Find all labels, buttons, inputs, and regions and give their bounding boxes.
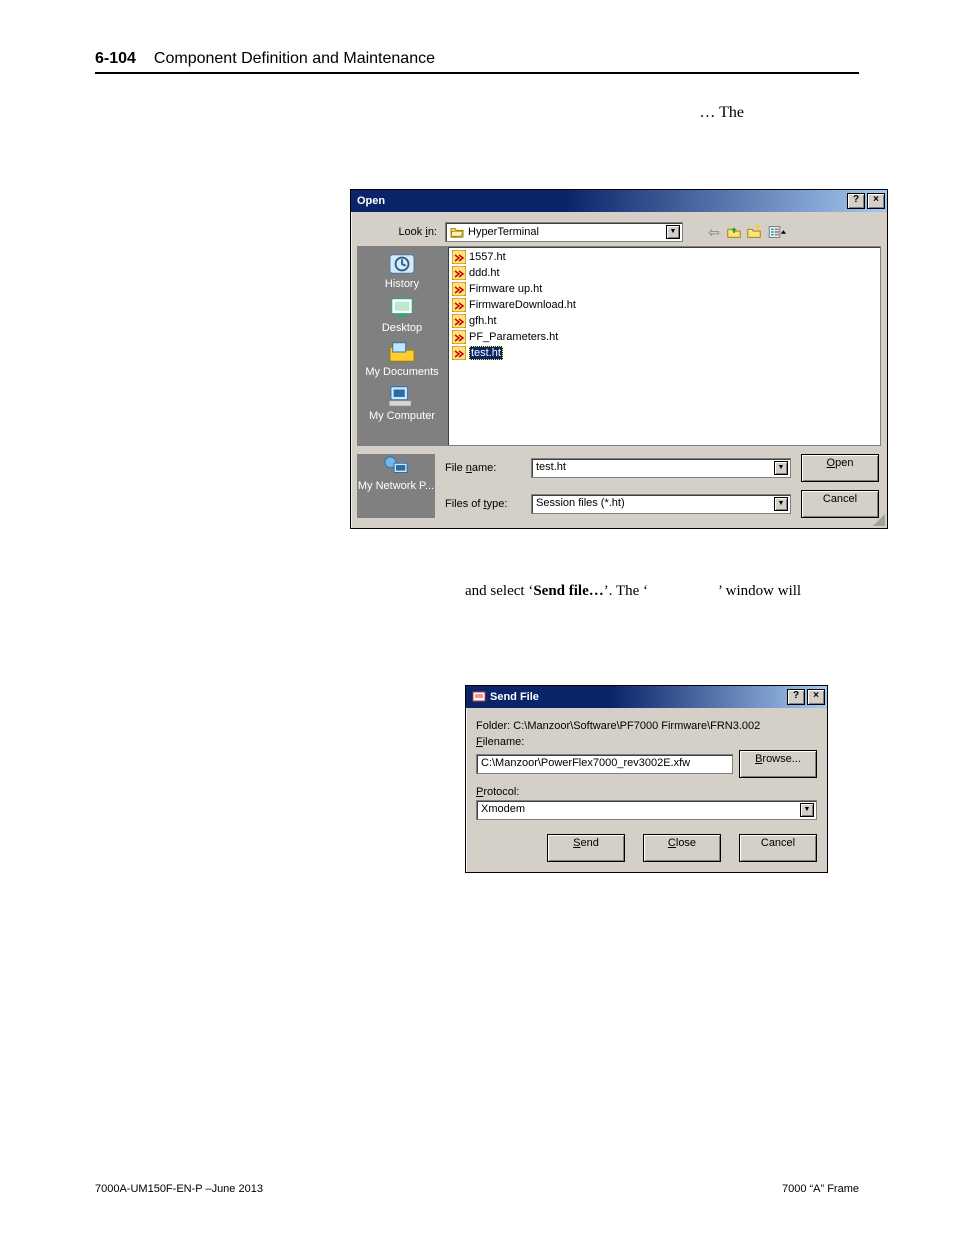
places-history[interactable]: History: [385, 252, 419, 290]
places-bar: History Desktop: [357, 246, 447, 446]
mid-paragraph: and select ‘Send file…’. The ‘’ window w…: [95, 582, 859, 602]
ht-file-icon: [452, 266, 466, 280]
ht-file-icon: [452, 346, 466, 360]
open-button[interactable]: Open: [801, 454, 879, 482]
filename-label: Filename:: [476, 736, 817, 748]
close-button[interactable]: Close: [643, 834, 721, 862]
places-mycomputer[interactable]: My Computer: [369, 384, 435, 422]
page-footer: 7000A-UM150F-EN-P –June 2013 7000 “A” Fr…: [95, 1183, 859, 1195]
footer-right: 7000 “A” Frame: [782, 1183, 859, 1195]
new-folder-button[interactable]: [745, 223, 763, 241]
folder-open-icon: [450, 226, 464, 238]
places-mynetwork[interactable]: My Network P...: [358, 454, 434, 492]
open-dialog-titlebar[interactable]: Open ? ×: [351, 190, 887, 212]
look-in-row: Look in: HyperTerminal ⇦: [357, 222, 881, 242]
protocol-value: Xmodem: [481, 803, 525, 815]
ht-file-icon: [452, 250, 466, 264]
file-item[interactable]: FirmwareDownload.ht: [452, 297, 876, 313]
titlebar-close-button[interactable]: ×: [867, 193, 885, 209]
file-item[interactable]: gfh.ht: [452, 313, 876, 329]
filename-label: File name:: [445, 462, 521, 474]
new-folder-icon: [746, 224, 762, 240]
open-dialog: Open ? × Look in: HyperTerminal: [350, 189, 888, 529]
file-list[interactable]: 1557.ht ddd.ht Firmware up.ht FirmwareDo…: [447, 246, 881, 446]
places-desktop-label: Desktop: [382, 322, 422, 334]
file-item[interactable]: PF_Parameters.ht: [452, 329, 876, 345]
file-name: FirmwareDownload.ht: [469, 299, 576, 311]
filetype-value: Session files (*.ht): [536, 497, 625, 509]
views-icon: [767, 224, 791, 240]
places-mydocuments-label: My Documents: [365, 366, 438, 378]
file-item-selected[interactable]: test.ht: [452, 345, 876, 361]
file-name: PF_Parameters.ht: [469, 331, 558, 343]
file-name: 1557.ht: [469, 251, 506, 263]
folder-up-icon: [726, 224, 742, 240]
file-name: gfh.ht: [469, 315, 497, 327]
send-file-title: Send File: [490, 691, 539, 703]
send-button[interactable]: Send: [547, 834, 625, 862]
page-number: 6-104: [95, 50, 136, 68]
up-one-level-button[interactable]: [725, 223, 743, 241]
filename-input[interactable]: test.ht: [531, 458, 791, 478]
file-item[interactable]: 1557.ht: [452, 249, 876, 265]
places-mynetwork-label: My Network P...: [358, 480, 434, 492]
places-desktop[interactable]: Desktop: [382, 296, 422, 334]
titlebar-close-button[interactable]: ×: [807, 689, 825, 705]
open-main-area: History Desktop: [357, 246, 881, 446]
send-file-dialog: Send File ? × Folder: C:\Manzoor\Softwar…: [465, 685, 828, 873]
filetype-label: Files of type:: [445, 498, 521, 510]
places-mycomputer-label: My Computer: [369, 410, 435, 422]
browse-button[interactable]: Browse...: [739, 750, 817, 778]
mydocuments-icon: [387, 340, 417, 364]
filename-value: C:\Manzoor\PowerFlex7000_rev3002E.xfw: [481, 757, 690, 769]
file-name: Firmware up.ht: [469, 283, 542, 295]
mynetwork-icon: [381, 454, 411, 478]
places-history-label: History: [385, 278, 419, 290]
open-fields: File name: test.ht Open Files of type: S…: [435, 454, 881, 518]
places-bar-ext: My Network P...: [357, 454, 435, 518]
page-header: 6-104 Component Definition and Maintenan…: [95, 50, 859, 68]
ht-file-icon: [452, 298, 466, 312]
footer-left: 7000A-UM150F-EN-P –June 2013: [95, 1183, 263, 1195]
ht-file-icon: [452, 330, 466, 344]
views-button[interactable]: [765, 223, 793, 241]
send-file-app-icon: [472, 690, 486, 704]
history-icon: [387, 252, 417, 276]
look-in-value: HyperTerminal: [468, 226, 539, 238]
file-item[interactable]: Firmware up.ht: [452, 281, 876, 297]
filetype-select[interactable]: Session files (*.ht): [531, 494, 791, 514]
cancel-button[interactable]: Cancel: [739, 834, 817, 862]
header-rule: [95, 72, 859, 74]
filename-input[interactable]: C:\Manzoor\PowerFlex7000_rev3002E.xfw: [476, 754, 733, 774]
intro-text: … The: [95, 104, 859, 122]
filename-value: test.ht: [536, 461, 566, 473]
look-in-select[interactable]: HyperTerminal: [445, 222, 683, 242]
places-mydocuments[interactable]: My Documents: [365, 340, 438, 378]
section-title: Component Definition and Maintenance: [154, 50, 435, 68]
protocol-label: Protocol:: [476, 786, 817, 798]
titlebar-help-button[interactable]: ?: [787, 689, 805, 705]
back-button[interactable]: ⇦: [705, 223, 723, 241]
ht-file-icon: [452, 282, 466, 296]
look-in-label: Look in:: [357, 226, 441, 238]
folder-label: Folder: C:\Manzoor\Software\PF7000 Firmw…: [476, 720, 817, 732]
file-name: test.ht: [469, 346, 503, 360]
file-item[interactable]: ddd.ht: [452, 265, 876, 281]
file-name: ddd.ht: [469, 267, 500, 279]
resize-grip[interactable]: [873, 514, 885, 526]
look-in-toolbar: ⇦: [705, 223, 793, 241]
mycomputer-icon: [387, 384, 417, 408]
open-dialog-title: Open: [357, 195, 385, 207]
ht-file-icon: [452, 314, 466, 328]
desktop-icon: [387, 296, 417, 320]
protocol-select[interactable]: Xmodem: [476, 800, 817, 820]
cancel-button[interactable]: Cancel: [801, 490, 879, 518]
open-lower: My Network P... File name: test.ht Open …: [357, 446, 881, 522]
intro-trail: … The: [699, 104, 744, 121]
titlebar-help-button[interactable]: ?: [847, 193, 865, 209]
send-file-titlebar[interactable]: Send File ? ×: [466, 686, 827, 708]
send-file-bold: Send file…: [533, 583, 603, 599]
